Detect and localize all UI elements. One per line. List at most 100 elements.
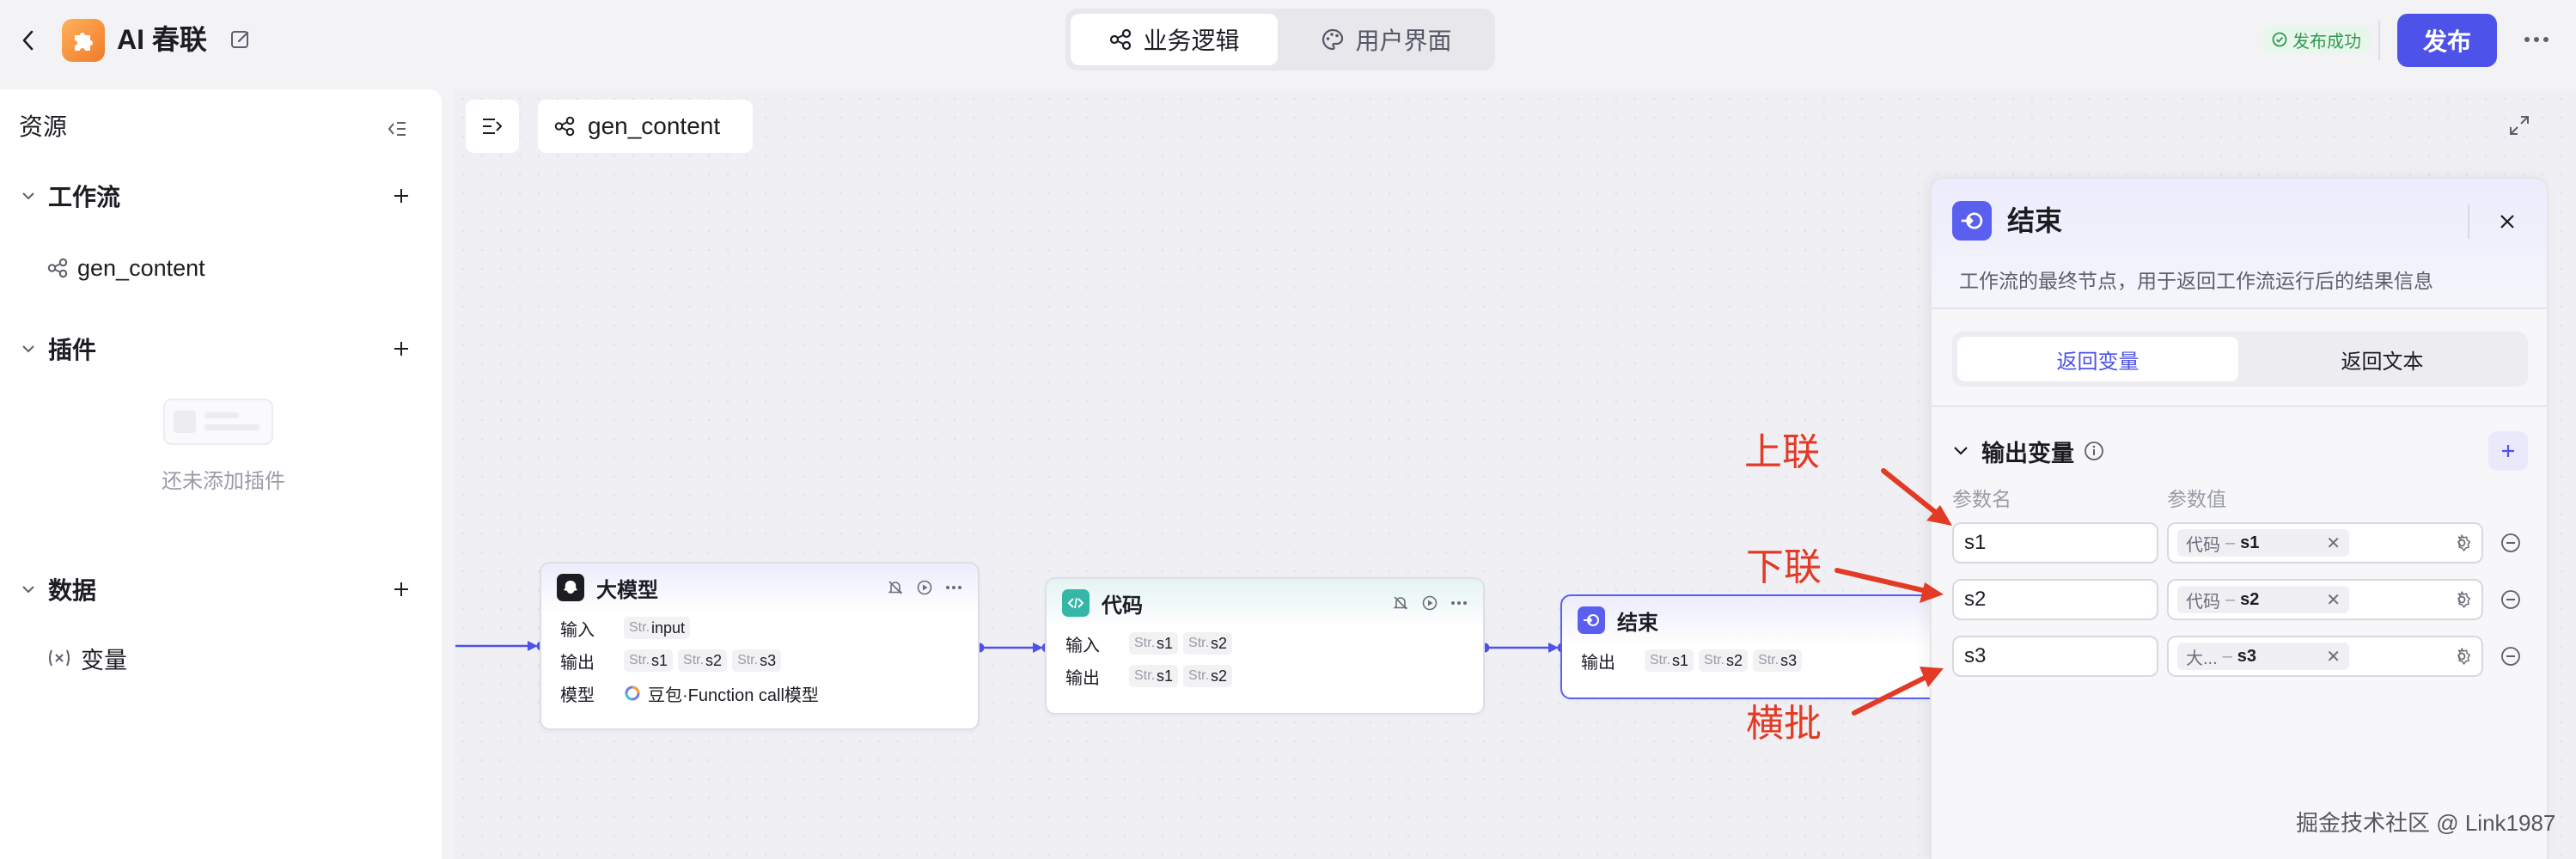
var-name: s1: [651, 651, 668, 669]
run-icon[interactable]: [1421, 594, 1438, 612]
variable-row: 代码 – s2 ✕: [1952, 579, 2528, 620]
node-llm[interactable]: 大模型 输入 Str. input 输出 Str. s1 Str. s2 Str. s3…: [540, 562, 980, 730]
var-name: s2: [1211, 634, 1228, 652]
var-tag: Str. s1: [624, 649, 674, 672]
output-label: 输出: [1581, 653, 1615, 673]
remove-variable-icon[interactable]: [2499, 644, 2523, 668]
gear-icon[interactable]: [2451, 645, 2473, 667]
var-name: s2: [1211, 667, 1228, 685]
node-code-title: 代码: [1102, 594, 1143, 618]
ref-source: 大...: [2186, 649, 2218, 668]
output-label: 输出: [560, 653, 595, 673]
node-code-inputs: 输入 Str. s1 Str. s2: [1047, 627, 1483, 660]
remove-variable-icon[interactable]: [2499, 588, 2523, 612]
ref-value: s2: [2240, 589, 2260, 609]
var-type: Str.: [683, 653, 705, 667]
var-tag: Str. s2: [1183, 632, 1233, 655]
info-icon[interactable]: [2083, 440, 2105, 462]
variable-value-field[interactable]: 代码 – s2 ✕: [2167, 579, 2483, 620]
variable-name-input[interactable]: [1952, 522, 2158, 564]
model-name: 豆包·Function call模型: [648, 685, 819, 705]
ref-value: s3: [2237, 646, 2257, 666]
close-icon[interactable]: [2494, 208, 2521, 235]
var-name: s1: [1157, 634, 1174, 652]
chevron-down-icon[interactable]: [1952, 445, 1969, 457]
column-name-header: 参数名: [1952, 488, 2011, 510]
annotation-upper-couplet: 上联: [1744, 431, 1820, 473]
var-name: s3: [1780, 651, 1798, 669]
var-tag: Str. s2: [1183, 665, 1233, 687]
panel-separator: [1932, 308, 2547, 309]
ref-separator: –: [2225, 589, 2236, 609]
var-tag: Str. s1: [1645, 649, 1694, 672]
var-name: s1: [1157, 667, 1174, 685]
gear-icon[interactable]: [2451, 588, 2473, 611]
node-llm-header: 大模型: [541, 564, 978, 612]
watermark: 掘金技术社区 @ Link1987: [2296, 810, 2556, 836]
output-variables-label: 输出变量: [1981, 440, 2074, 466]
more-icon[interactable]: [1450, 600, 1468, 606]
end-icon: [1578, 606, 1605, 634]
variable-name-input[interactable]: [1952, 636, 2158, 677]
var-name: s2: [1726, 651, 1743, 669]
variable-value-field[interactable]: 代码 – s1 ✕: [2167, 522, 2483, 564]
var-type: Str.: [629, 620, 650, 635]
ref-source: 代码: [2186, 592, 2220, 612]
var-type: Str.: [1134, 636, 1156, 650]
variable-row: 代码 – s1 ✕: [1952, 522, 2528, 564]
annotation-horizontal-scroll: 横批: [1746, 703, 1822, 745]
clear-icon[interactable]: ✕: [2326, 589, 2341, 611]
return-mode-tabs: 返回变量 返回文本: [1952, 332, 2528, 387]
var-tag: Str. s2: [678, 649, 728, 672]
node-llm-inputs: 输入 Str. input: [541, 612, 978, 644]
var-tag: Str. s3: [1753, 649, 1803, 672]
variable-reference-chip: 代码 – s1 ✕: [2177, 529, 2349, 557]
output-label: 输出: [1065, 668, 1100, 688]
variable-row: 大... – s3 ✕: [1952, 636, 2528, 677]
tab-return-variables[interactable]: 返回变量: [1957, 337, 2238, 381]
node-config-panel: 结束 工作流的最终节点，用于返回工作流运行后的结果信息 返回变量 返回文本 输出…: [1930, 177, 2549, 859]
input-label: 输入: [1065, 636, 1100, 655]
run-icon[interactable]: [916, 579, 933, 596]
var-tag: Str. s1: [1129, 632, 1179, 655]
variable-value-field[interactable]: 大... – s3 ✕: [2167, 636, 2483, 677]
model-label: 模型: [560, 685, 595, 705]
variable-name-input[interactable]: [1952, 579, 2158, 620]
variable-reference-chip: 代码 – s2 ✕: [2177, 586, 2349, 613]
tab-return-text[interactable]: 返回文本: [2242, 337, 2523, 381]
model-value: 豆包·Function call模型: [624, 681, 819, 706]
panel-separator: [1932, 405, 2547, 407]
var-tag: Str. input: [624, 617, 691, 639]
output-variables-header: 输出变量: [1952, 431, 2528, 471]
column-value-header: 参数值: [2167, 488, 2226, 510]
remove-variable-icon[interactable]: [2499, 531, 2523, 555]
var-type: Str.: [629, 653, 650, 667]
clear-icon[interactable]: ✕: [2326, 533, 2341, 554]
add-variable-button[interactable]: [2488, 431, 2528, 471]
var-tag: Str. s2: [1699, 649, 1749, 672]
var-name: s2: [705, 651, 723, 669]
var-type: Str.: [1134, 668, 1156, 683]
ref-source: 代码: [2186, 535, 2220, 555]
bell-off-icon[interactable]: [1392, 594, 1409, 612]
more-icon[interactable]: [945, 585, 962, 590]
node-code-header: 代码: [1047, 579, 1483, 627]
var-type: Str.: [1188, 668, 1210, 683]
node-code[interactable]: 代码 输入 Str. s1 Str. s2 输出 Str. s1 Str. s2: [1045, 577, 1485, 715]
node-llm-outputs: 输出 Str. s1 Str. s2 Str. s3: [541, 644, 978, 677]
bell-off-icon[interactable]: [887, 579, 904, 596]
var-name: input: [651, 618, 686, 637]
var-name: s1: [1672, 651, 1689, 669]
ref-value: s1: [2240, 533, 2260, 552]
var-type: Str.: [1650, 653, 1671, 667]
variable-reference-chip: 大... – s3 ✕: [2177, 643, 2349, 670]
doubao-icon: [625, 685, 640, 701]
panel-header: 结束 工作流的最终节点，用于返回工作流运行后的结果信息: [1932, 179, 2547, 308]
var-name: s3: [760, 651, 777, 669]
gear-icon[interactable]: [2451, 532, 2473, 554]
var-type: Str.: [737, 653, 759, 667]
clear-icon[interactable]: ✕: [2326, 646, 2341, 667]
node-code-outputs: 输出 Str. s1 Str. s2: [1047, 660, 1483, 692]
input-label: 输入: [560, 620, 595, 640]
plus-icon: [2502, 445, 2514, 457]
